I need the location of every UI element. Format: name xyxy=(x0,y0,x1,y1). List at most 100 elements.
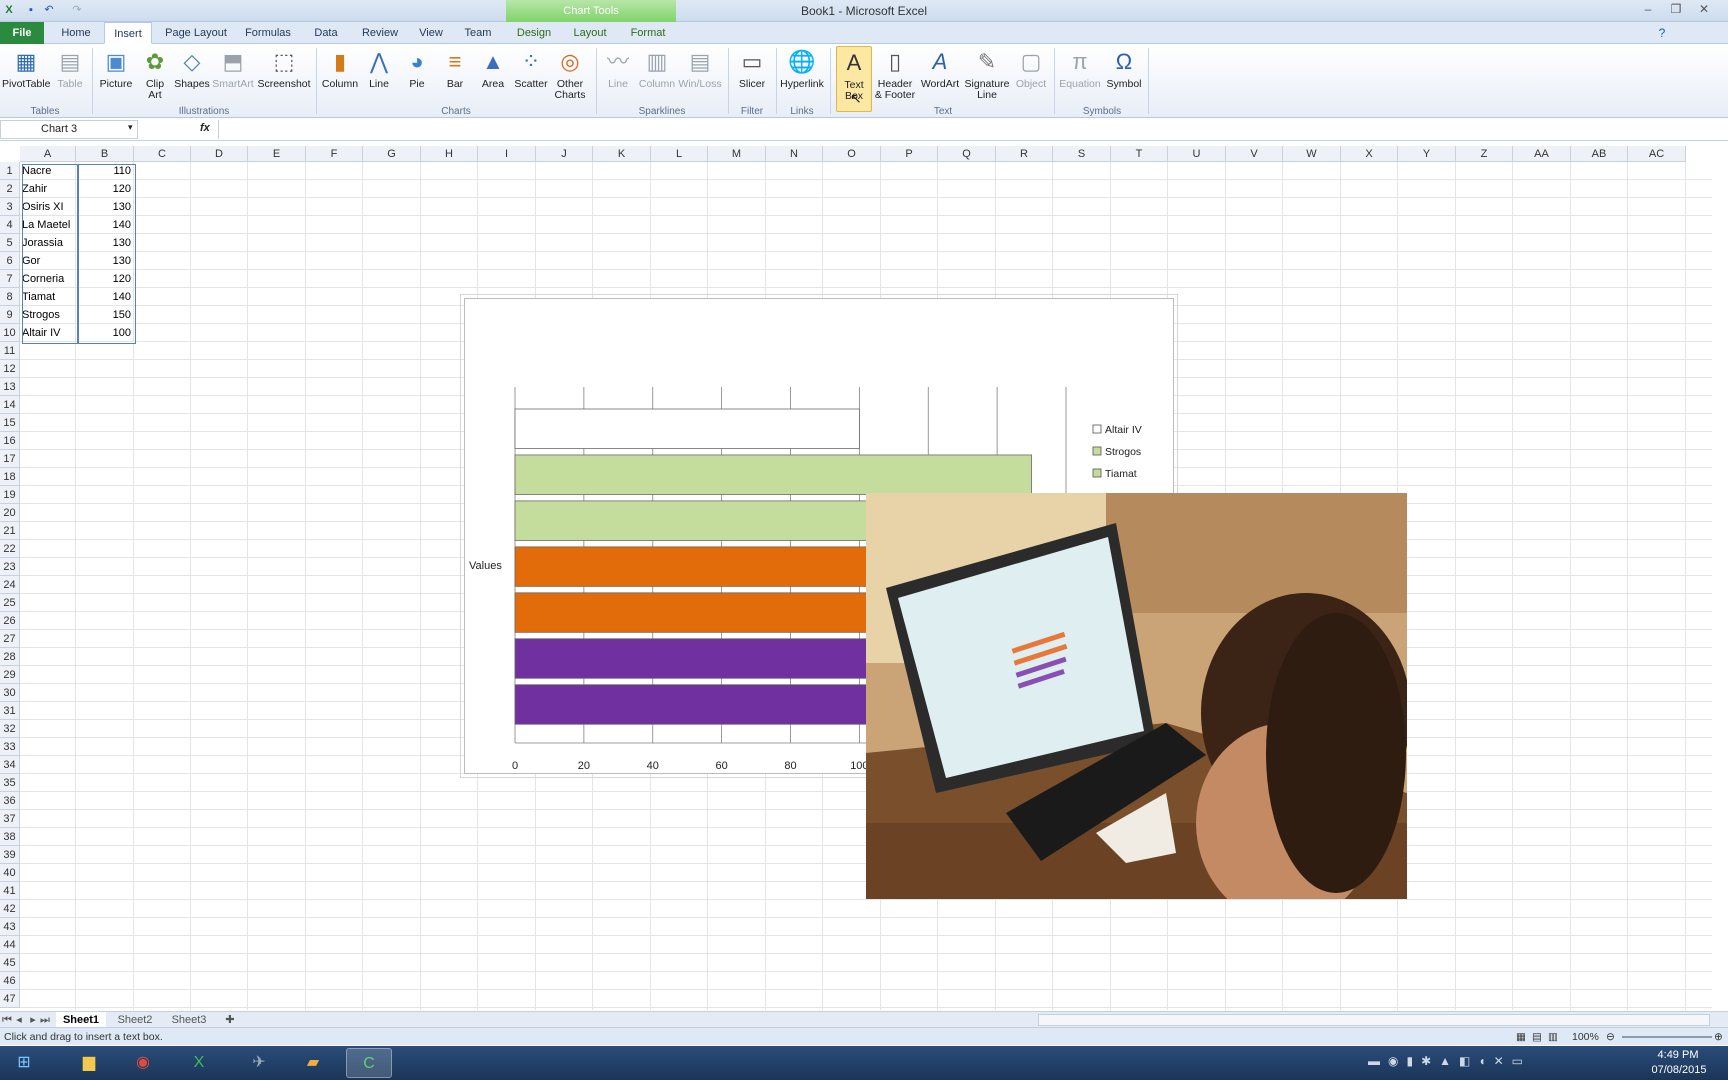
restore-icon[interactable]: ❐ xyxy=(1662,0,1690,18)
row-header[interactable]: 24 xyxy=(0,576,20,594)
page-layout-view-icon[interactable]: ▤ xyxy=(1532,1028,1542,1046)
row-header[interactable]: 28 xyxy=(0,648,20,666)
clip-art-button[interactable]: ✿ Clip Art xyxy=(140,46,170,112)
sheet-tab-sheet2[interactable]: Sheet2 xyxy=(110,1012,160,1028)
slicer-button[interactable]: ▭ Slicer xyxy=(734,46,770,112)
row-header[interactable]: 39 xyxy=(0,846,20,864)
header-footer-button[interactable]: ▯ Header & Footer xyxy=(872,46,918,112)
row-header[interactable]: 31 xyxy=(0,702,20,720)
sparkline-column-button[interactable]: ▥ Column xyxy=(638,46,676,112)
horizontal-scrollbar[interactable] xyxy=(1038,1014,1710,1026)
row-header[interactable]: 30 xyxy=(0,684,20,702)
tab-data[interactable]: Data xyxy=(304,22,348,44)
column-header[interactable]: AC xyxy=(1628,146,1686,162)
row-header[interactable]: 44 xyxy=(0,936,20,954)
column-header[interactable]: V xyxy=(1226,146,1283,162)
row-header[interactable]: 7 xyxy=(0,270,20,288)
row-header[interactable]: 23 xyxy=(0,558,20,576)
tab-layout[interactable]: Layout xyxy=(568,22,612,44)
row-header[interactable]: 22 xyxy=(0,540,20,558)
normal-view-icon[interactable]: ▦ xyxy=(1516,1028,1526,1046)
row-header[interactable]: 29 xyxy=(0,666,20,684)
row-header[interactable]: 42 xyxy=(0,900,20,918)
tab-design[interactable]: Design xyxy=(512,22,556,44)
sheet-tab-sheet3[interactable]: Sheet3 xyxy=(164,1012,214,1028)
prev-sheet-icon[interactable]: ◂ xyxy=(14,1012,24,1028)
column-chart-button[interactable]: ▮ Column xyxy=(320,46,360,112)
column-header[interactable]: D xyxy=(191,146,248,162)
zoom-level[interactable]: 100% xyxy=(1572,1028,1599,1046)
row-header[interactable]: 3 xyxy=(0,198,20,216)
row-header[interactable]: 1 xyxy=(0,162,20,180)
row-header[interactable]: 8 xyxy=(0,288,20,306)
row-header[interactable]: 38 xyxy=(0,828,20,846)
row-header[interactable]: 36 xyxy=(0,792,20,810)
column-header[interactable]: U xyxy=(1168,146,1226,162)
column-header[interactable]: Y xyxy=(1398,146,1456,162)
tab-view[interactable]: View xyxy=(412,22,450,44)
row-header[interactable]: 40 xyxy=(0,864,20,882)
column-header[interactable]: G xyxy=(363,146,421,162)
camtasia-taskbar-icon[interactable]: C xyxy=(346,1048,392,1078)
row-header[interactable]: 14 xyxy=(0,396,20,414)
pie-chart-button[interactable]: ◕ Pie xyxy=(400,46,434,112)
equation-button[interactable]: π Equation xyxy=(1058,46,1102,112)
line-chart-button[interactable]: ⋀ Line xyxy=(362,46,396,112)
sparkline-winloss-button[interactable]: ▤ Win/Loss xyxy=(678,46,722,112)
column-header[interactable]: T xyxy=(1111,146,1168,162)
column-header[interactable]: X xyxy=(1341,146,1398,162)
insert-sheet-icon[interactable]: ✚ xyxy=(222,1012,238,1028)
tab-formulas[interactable]: Formulas xyxy=(240,22,296,44)
last-sheet-icon[interactable]: ⏭ xyxy=(40,1012,50,1028)
fx-label[interactable]: fx xyxy=(200,122,210,134)
row-header[interactable]: 46 xyxy=(0,972,20,990)
column-header[interactable]: B xyxy=(76,146,134,162)
signature-line-button[interactable]: ✎ Signature Line xyxy=(962,46,1012,112)
clock-time[interactable]: 4:49 PM xyxy=(1648,1049,1708,1061)
zoom-out-icon[interactable]: ⊖ xyxy=(1606,1028,1615,1046)
symbol-button[interactable]: Ω Symbol xyxy=(1104,46,1144,112)
file-explorer-icon[interactable]: ▆ xyxy=(66,1048,112,1078)
tab-format[interactable]: Format xyxy=(624,22,672,44)
tab-team[interactable]: Team xyxy=(458,22,498,44)
column-header[interactable]: Q xyxy=(938,146,996,162)
start-button-icon[interactable]: ⊞ xyxy=(4,1048,44,1078)
row-header[interactable]: 10 xyxy=(0,324,20,342)
row-header[interactable]: 12 xyxy=(0,360,20,378)
tab-review[interactable]: Review xyxy=(356,22,404,44)
object-button[interactable]: ▢ Object xyxy=(1012,46,1050,112)
column-header[interactable]: I xyxy=(478,146,536,162)
other-charts-button[interactable]: ◎ Other Charts xyxy=(550,46,590,112)
column-header[interactable]: F xyxy=(306,146,363,162)
row-header[interactable]: 25 xyxy=(0,594,20,612)
row-header[interactable]: 11 xyxy=(0,342,20,360)
sheet-tab-sheet1[interactable]: Sheet1 xyxy=(56,1012,106,1028)
column-header[interactable]: C xyxy=(134,146,191,162)
zoom-slider[interactable] xyxy=(1622,1036,1712,1038)
row-header[interactable]: 43 xyxy=(0,918,20,936)
column-header[interactable]: K xyxy=(593,146,651,162)
column-header[interactable]: AA xyxy=(1513,146,1571,162)
column-header[interactable]: W xyxy=(1283,146,1341,162)
hyperlink-button[interactable]: 🌐 Hyperlink xyxy=(778,46,826,112)
scatter-chart-button[interactable]: ⁘ Scatter xyxy=(512,46,550,112)
chrome-icon[interactable]: ◉ xyxy=(120,1048,166,1078)
zoom-in-icon[interactable]: ⊕ xyxy=(1714,1028,1723,1046)
name-box[interactable]: Chart 3 xyxy=(0,120,138,139)
name-box-dropdown-icon[interactable]: ▾ xyxy=(128,122,133,133)
bar-chart-button[interactable]: ≡ Bar xyxy=(438,46,472,112)
column-header[interactable]: H xyxy=(421,146,478,162)
column-header[interactable]: S xyxy=(1053,146,1111,162)
row-header[interactable]: 37 xyxy=(0,810,20,828)
excel-taskbar-icon[interactable]: X xyxy=(176,1048,222,1078)
shapes-button[interactable]: ◇ Shapes xyxy=(172,46,212,112)
row-header[interactable]: 9 xyxy=(0,306,20,324)
smartart-button[interactable]: ⬒ SmartArt xyxy=(212,46,254,112)
row-header[interactable]: 47 xyxy=(0,990,20,1008)
app-taskbar-icon[interactable]: ✈ xyxy=(236,1048,282,1078)
clock-date[interactable]: 07/08/2015 xyxy=(1644,1064,1714,1076)
minimize-icon[interactable]: – xyxy=(1634,0,1662,18)
row-header[interactable]: 18 xyxy=(0,468,20,486)
row-header[interactable]: 17 xyxy=(0,450,20,468)
row-header[interactable]: 6 xyxy=(0,252,20,270)
